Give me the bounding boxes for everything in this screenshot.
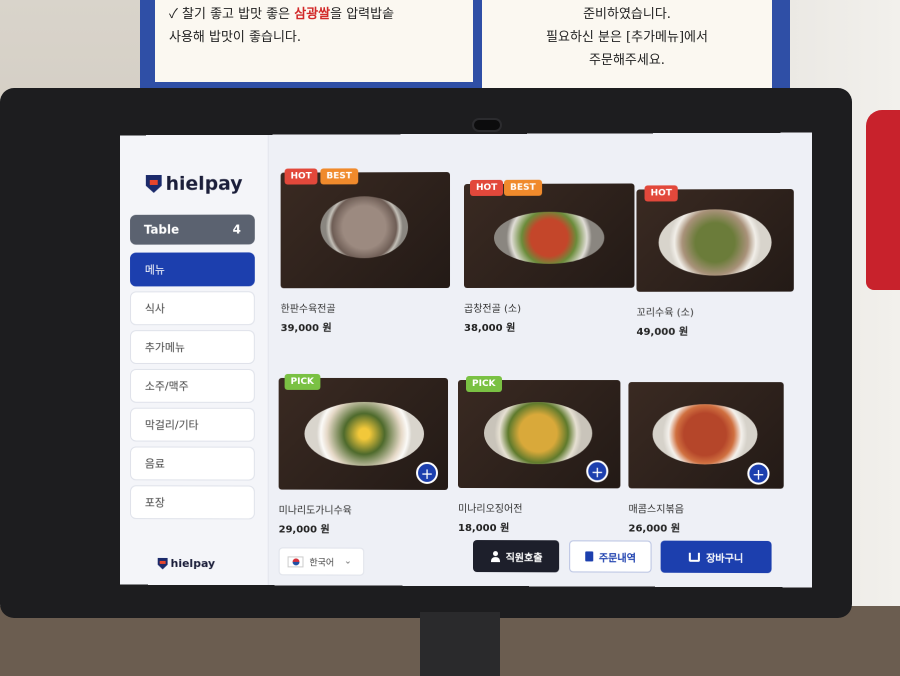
sign-left-line1: ✓ 찰기 좋고 밥맛 좋은 삼광쌀을 압력밥솥 (169, 4, 459, 27)
food-plate (320, 196, 408, 258)
menu-item-name: 미나리오징어전 (458, 500, 628, 515)
food-plate (653, 404, 758, 464)
sidebar-item-soju-beer[interactable]: 소주/맥주 (130, 369, 255, 403)
clipboard-icon (585, 551, 593, 561)
menu-item-name: 미나리도가니수육 (279, 502, 448, 517)
sign-highlight-text: 삼광쌀 (294, 7, 330, 22)
hot-badge: HOT (645, 185, 679, 201)
camera-icon (472, 118, 502, 132)
staff-call-label: 직원호출 (506, 549, 543, 564)
tablet-screen: hielpay Table 4 메뉴 식사 추가메뉴 소주/맥주 막걸리/기타 … (120, 133, 812, 588)
menu-item-price: 38,000 원 (464, 319, 634, 334)
sign-right: 준비하였습니다. 필요하신 분은 [추가메뉴]에서 주문해주세요. (482, 0, 772, 98)
sign-left: ✓ 찰기 좋고 밥맛 좋은 삼광쌀을 압력밥솥 사용해 밥맛이 좋습니다. (155, 0, 473, 82)
food-plate (484, 402, 592, 464)
menu-item-price: 49,000 원 (636, 323, 807, 338)
menu-item-price: 26,000 원 (628, 519, 799, 535)
food-plate (494, 212, 604, 264)
menu-card-2[interactable]: HOT BEST 곱창전골 (소) 38,000 원 (464, 183, 634, 334)
footer-logo: hielpay (158, 557, 215, 570)
brand-logo: hielpay (146, 173, 243, 195)
food-plate (304, 402, 424, 466)
menu-card-5[interactable]: + PICK 미나리오징어전 18,000 원 (458, 380, 628, 535)
cart-button[interactable]: 장바구니 (661, 541, 772, 574)
menu-photo[interactable]: + (279, 378, 448, 490)
pick-badge: PICK (466, 376, 502, 392)
add-to-cart-button[interactable]: + (416, 462, 438, 484)
table-label: Table (144, 223, 179, 237)
hot-badge: HOT (470, 180, 503, 196)
cart-icon (689, 552, 700, 561)
table-number: 4 (233, 223, 241, 237)
order-history-button[interactable]: 주문내역 (569, 540, 651, 572)
sidebar-item-menu[interactable]: 메뉴 (130, 252, 255, 286)
menu-item-name: 곱창전골 (소) (464, 300, 634, 315)
sidebar-item-takeout[interactable]: 포장 (130, 485, 255, 519)
cart-label: 장바구니 (706, 549, 743, 564)
language-label: 한국어 (309, 555, 334, 568)
hot-badge: HOT (285, 168, 318, 184)
sidebar-item-drinks[interactable]: 음료 (130, 446, 255, 480)
menu-photo[interactable] (636, 189, 793, 292)
menu-photo[interactable] (281, 172, 450, 288)
menu-photo[interactable] (464, 183, 634, 288)
menu-item-name: 한판수육전골 (281, 300, 450, 315)
add-to-cart-button[interactable]: + (586, 460, 608, 482)
sidebar-item-extra-menu[interactable]: 추가메뉴 (130, 330, 255, 364)
menu-card-6[interactable]: + 매콤스지볶음 26,000 원 (628, 382, 799, 535)
food-plate (659, 209, 772, 276)
menu-item-name: 매콤스지볶음 (628, 500, 799, 516)
brand-name: hielpay (166, 173, 243, 195)
menu-card-3[interactable]: HOT 꼬리수육 (소) 49,000 원 (636, 189, 807, 338)
sign-right-line1: 준비하였습니다. (496, 4, 758, 27)
pick-badge: PICK (285, 374, 320, 390)
order-history-label: 주문내역 (599, 549, 636, 564)
table-number-badge: Table 4 (130, 215, 255, 245)
menu-photo[interactable]: + (458, 380, 620, 488)
sidebar: hielpay Table 4 메뉴 식사 추가메뉴 소주/맥주 막걸리/기타 … (120, 135, 269, 585)
add-to-cart-button[interactable]: + (747, 463, 769, 485)
sidebar-item-makgeolli[interactable]: 막걸리/기타 (130, 408, 255, 442)
menu-card-1[interactable]: HOT BEST 한판수육전골 39,000 원 (281, 172, 450, 334)
menu-item-name: 꼬리수육 (소) (636, 304, 807, 319)
menu-photo[interactable]: + (628, 382, 783, 489)
sign-left-line2: 사용해 밥맛이 좋습니다. (169, 27, 459, 50)
menu-item-price: 29,000 원 (279, 520, 448, 535)
sidebar-item-meal[interactable]: 식사 (130, 291, 255, 325)
staff-call-button[interactable]: 직원호출 (473, 540, 559, 572)
sign-right-line3: 주문해주세요. (496, 50, 758, 73)
korea-flag-icon (288, 556, 304, 567)
menu-item-price: 39,000 원 (281, 319, 450, 334)
background-person (866, 110, 900, 290)
footer-brand-name: hielpay (171, 557, 216, 570)
menu-item-price: 18,000 원 (458, 519, 628, 535)
language-select[interactable]: 한국어 ⌄ (279, 547, 365, 575)
shield-logo-icon (146, 175, 162, 193)
best-badge: BEST (320, 168, 357, 184)
shield-logo-icon (158, 557, 168, 569)
tablet-stand (420, 612, 500, 676)
best-badge: BEST (504, 180, 542, 196)
sign-right-line2: 필요하신 분은 [추가메뉴]에서 (496, 27, 758, 50)
chevron-down-icon: ⌄ (344, 557, 352, 567)
sign-left-line1-text: ✓ 찰기 좋고 밥맛 좋은 삼광쌀을 압력밥솥 (169, 7, 394, 22)
menu-card-4[interactable]: + PICK 미나리도가니수육 29,000 원 (279, 378, 448, 536)
person-icon (490, 551, 500, 562)
